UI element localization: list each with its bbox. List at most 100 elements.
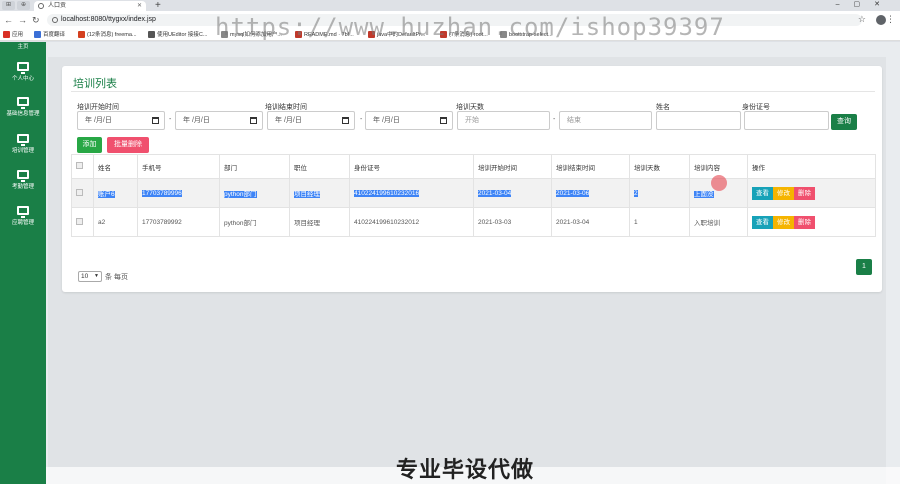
range-dash: - [553,116,556,123]
cell-position: 项目经理 [289,207,350,237]
menu-icon[interactable]: ⋮ [886,14,895,25]
watermark: https://www.huzhan.com/ishop39397 [215,13,725,41]
bookmark-item[interactable]: (12条消息) freema... [78,30,137,40]
name-input[interactable] [656,111,741,130]
page-size-select[interactable]: 10 ▼ [78,271,102,282]
add-button[interactable]: 添加 [77,137,102,153]
calendar-icon[interactable] [152,117,159,124]
cell-name: 账户6 [98,191,115,198]
column-header: 培训结束时间 [551,154,630,179]
row-checkbox[interactable] [76,188,83,196]
cell-content: 入职培训 [689,207,748,237]
reload-icon[interactable]: ↻ [32,14,40,26]
table-row[interactable]: a2 17703789992 python部门 项目经理 41022419961… [71,207,876,237]
bookmark-icon [78,31,85,39]
edit-button[interactable]: 修改 [773,186,794,200]
calendar-icon[interactable] [250,117,257,124]
window-controls[interactable]: –▢✕ [836,0,894,10]
globe-icon [38,3,44,9]
table-header-row: 姓名 手机号 部门 职位 身份证号 培训开始时间 培训结束时间 培训天数 培训内… [71,154,876,179]
view-button[interactable]: 查看 [752,186,773,200]
monitor-icon [17,134,29,146]
days-to-input[interactable]: 结束 [559,111,652,130]
cell-end-date: 2021-03-04 [551,207,630,237]
avatar[interactable] [876,15,886,25]
monitor-icon [17,97,29,109]
sidebar-item-training[interactable]: 培训管理 [0,134,46,154]
column-header: 姓名 [93,154,138,179]
sidebar-item-attendance[interactable]: 考勤管理 [0,170,46,190]
select-all-cell[interactable] [71,154,94,179]
app-icon[interactable]: ⊞ [2,1,15,10]
cell-idcard: 410224199610232016 [354,189,420,197]
tab-title: 人口贡 [48,3,67,9]
end-date-to-input[interactable]: 年 /月/日 [365,111,453,130]
cell-end-date: 2021-03-06 [556,189,590,197]
column-header: 职位 [289,154,350,179]
apps-icon [3,31,10,39]
row-actions: 查看 修改 删除 [747,178,876,208]
delete-button[interactable]: 删除 [794,215,815,229]
footer-banner: 专业毕设代做 [396,457,535,482]
browser-tab[interactable]: 人口贡 ✕ [34,1,146,11]
per-page-label: 条 每页 [105,274,128,281]
view-button[interactable]: 查看 [752,215,773,229]
cell-dept: python部门 [219,207,290,237]
forward-icon[interactable]: → [18,14,27,26]
end-date-from-input[interactable]: 年 /月/日 [267,111,355,130]
edit-button[interactable]: 修改 [773,215,794,229]
divider [71,91,875,92]
page-number-button[interactable]: 1 [856,259,872,275]
url-text: localhost:8080/ttygxx/index.jsp [61,16,156,23]
back-icon[interactable]: ← [4,14,13,26]
range-dash: - [169,116,172,123]
sidebar-item-recruitment[interactable]: 应聘管理 [0,206,46,226]
sidebar-item-basic-info[interactable]: 基础信息管理 [0,97,46,117]
idcard-input[interactable] [744,111,829,130]
batch-delete-button[interactable]: 批量删除 [107,137,149,153]
days-from-input[interactable]: 开始 [457,111,550,130]
column-header: 身份证号 [349,154,474,179]
sidebar-item-home[interactable]: 主页 [0,42,46,50]
cell-idcard: 410224199610232012 [349,207,474,237]
star-icon[interactable]: ☆ [858,14,866,25]
monitor-icon [17,62,29,74]
info-icon [52,17,58,23]
calendar-icon[interactable] [342,117,349,124]
table-row[interactable]: 账户6 17703789996 python部门 项目经理 4102241996… [71,178,876,208]
main-content: 培训列表 培训开始时间 培训结束时间 培训天数 姓名 身份证号 年 /月/日 -… [46,42,900,484]
range-dash: - [360,116,363,123]
column-header: 培训天数 [629,154,690,179]
column-header: 手机号 [137,154,220,179]
cell-days: 1 [629,207,690,237]
cell-dept: python部门 [224,191,257,198]
search-button[interactable]: 查询 [831,114,857,130]
app-icon[interactable]: ⊕ [17,1,30,10]
close-icon[interactable]: ✕ [137,1,142,11]
calendar-icon[interactable] [440,117,447,124]
select-all-checkbox[interactable] [76,162,83,169]
start-date-to-input[interactable]: 年 /月/日 [175,111,263,130]
bookmark-item[interactable]: 使用UEditor 接接C... [148,30,207,40]
new-tab-button[interactable]: + [155,0,161,11]
cell-name: a2 [93,207,138,237]
browser-tab-bar: ⊞ ⊕ 人口贡 ✕ + –▢✕ [0,0,900,11]
cell-content: 上面没 [694,191,714,198]
delete-button[interactable]: 删除 [794,186,815,200]
cell-phone: 17703789992 [137,207,220,237]
start-date-from-input[interactable]: 年 /月/日 [77,111,165,130]
bookmark-apps[interactable]: 应用 [3,30,23,40]
cell-start-date: 2021-03-04 [478,189,512,197]
monitor-icon [17,170,29,182]
sidebar: 主页 个人中心 基础信息管理 培训管理 考勤管理 应聘管理 [0,42,46,484]
row-actions: 查看 修改 删除 [747,207,876,237]
cell-start-date: 2021-03-03 [473,207,552,237]
column-header: 部门 [219,154,290,179]
training-table: 姓名 手机号 部门 职位 身份证号 培训开始时间 培训结束时间 培训天数 培训内… [71,154,876,237]
cell-position: 项目经理 [294,191,320,198]
chevron-down-icon: ▼ [94,273,99,279]
row-checkbox[interactable] [76,217,83,225]
column-header: 操作 [747,154,876,179]
bookmark-item[interactable]: 百度翻译 [34,30,65,40]
sidebar-item-personal-center[interactable]: 个人中心 [0,62,46,82]
